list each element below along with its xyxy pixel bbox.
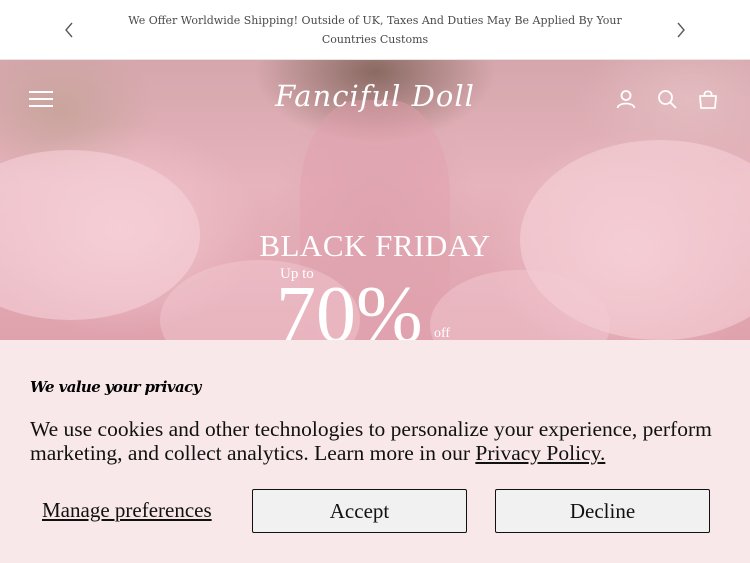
promo-percent: 70%: [276, 271, 423, 340]
account-button[interactable]: [615, 88, 637, 110]
decline-button[interactable]: Decline: [495, 489, 710, 533]
promo-off: off: [434, 326, 451, 340]
announcement-bar: We Offer Worldwide Shipping! Outside of …: [0, 0, 750, 60]
menu-button[interactable]: [29, 88, 53, 110]
manage-preferences-link[interactable]: Manage preferences: [42, 497, 212, 523]
user-icon: [616, 90, 636, 109]
site-logo[interactable]: Fanciful Doll: [250, 72, 500, 120]
search-button[interactable]: [656, 88, 678, 110]
announcement-prev-button[interactable]: [58, 19, 80, 41]
announcement-text: We Offer Worldwide Shipping! Outside of …: [128, 14, 622, 46]
search-icon: [658, 90, 677, 109]
promo-title: BLACK FRIDAY: [259, 228, 491, 263]
privacy-policy-link[interactable]: Privacy Policy.: [475, 441, 605, 465]
cookie-banner-text: We use cookies and other technologies to…: [30, 417, 720, 465]
shopping-bag-icon: [699, 90, 717, 109]
chevron-right-icon: [677, 22, 685, 38]
cart-button[interactable]: [697, 88, 719, 110]
accept-button[interactable]: Accept: [252, 489, 467, 533]
cookie-banner-title: We value your privacy: [30, 378, 201, 396]
hamburger-menu-icon: [29, 91, 53, 107]
hero-banner[interactable]: Fanciful Doll BLACK FRIDAY Up to 70% off: [0, 60, 750, 340]
chevron-left-icon: [65, 22, 73, 38]
cookie-consent-banner: We value your privacy We use cookies and…: [0, 340, 750, 563]
announcement-next-button[interactable]: [670, 19, 692, 41]
cookie-banner-body: We use cookies and other technologies to…: [30, 417, 712, 465]
